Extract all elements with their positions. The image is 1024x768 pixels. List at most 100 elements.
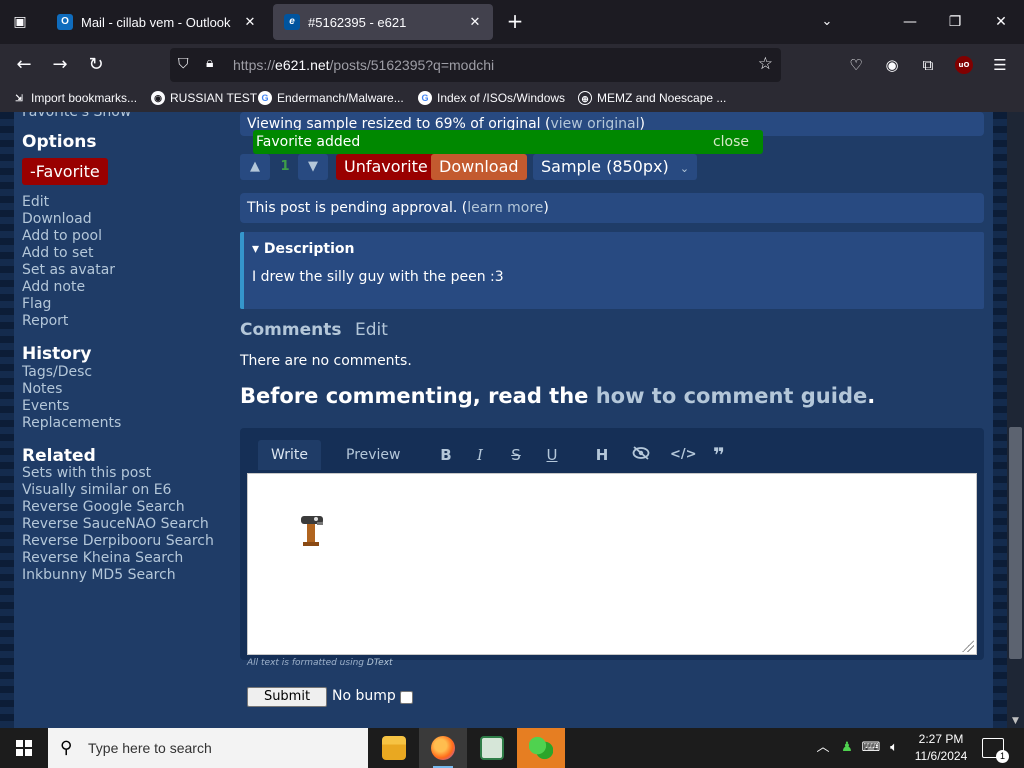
vote-down-button[interactable]: ▼ — [298, 154, 328, 180]
history-notes[interactable]: Notes — [22, 381, 121, 398]
submit-button[interactable]: Submit — [247, 687, 327, 707]
vote-up-button[interactable]: ▲ — [240, 154, 270, 180]
option-report[interactable]: Report — [22, 313, 115, 330]
taskbar-search[interactable]: ⚲ Type here to search — [48, 728, 368, 768]
option-add-to-pool[interactable]: Add to pool — [22, 228, 115, 245]
minimize-icon[interactable]: — — [895, 8, 925, 36]
heading-icon[interactable]: H — [591, 445, 613, 465]
option-edit[interactable]: Edit — [22, 194, 115, 211]
navigation-bar: ← → ↻ ⛉ 🔒︎ https://e621.net/posts/516239… — [0, 44, 1024, 86]
list-all-tabs-icon[interactable]: ⌄ — [815, 10, 839, 34]
sample-size-select[interactable]: Sample (850px) ⌄ — [533, 154, 698, 180]
restore-icon[interactable]: ❐ — [940, 8, 970, 36]
resize-grip[interactable] — [962, 640, 974, 652]
history-replacements[interactable]: Replacements — [22, 415, 121, 432]
history-events[interactable]: Events — [22, 398, 121, 415]
comment-guide-link[interactable]: how to comment guide — [596, 384, 868, 408]
reload-icon[interactable]: ↻ — [83, 52, 109, 78]
remove-favorite-button[interactable]: -Favorite — [22, 158, 108, 185]
network-icon[interactable]: ⌨ — [861, 728, 881, 768]
forward-icon[interactable]: → — [47, 52, 73, 78]
related-saucenao-search[interactable]: Reverse SauceNAO Search — [22, 516, 214, 533]
preview-tab[interactable]: Preview — [333, 440, 414, 470]
related-derpibooru-search[interactable]: Reverse Derpibooru Search — [22, 533, 214, 550]
file-explorer-app[interactable] — [370, 728, 418, 768]
bookmark-star-icon[interactable]: ☆ — [758, 54, 773, 74]
bookmark-item[interactable]: ◉ RUSSIAN TEST — [151, 91, 257, 105]
custom-app[interactable] — [517, 728, 565, 768]
history-tags-desc[interactable]: Tags/Desc — [22, 364, 121, 381]
no-bump-checkbox[interactable] — [400, 691, 413, 704]
related-visually-similar[interactable]: Visually similar on E6 — [22, 482, 214, 499]
address-bar[interactable]: ⛉ 🔒︎ https://e621.net/posts/5162395?q=mo… — [170, 48, 781, 82]
write-tab[interactable]: Write — [258, 440, 321, 470]
strikethrough-icon[interactable]: S — [505, 445, 527, 465]
related-heading: Related — [22, 446, 96, 466]
option-flag[interactable]: Flag — [22, 296, 115, 313]
tab-outlook[interactable]: O Mail - cillab vem - Outlook ✕ — [46, 4, 268, 40]
taskbar: ⚲ Type here to search ︿ ♟ ⌨ 🔈︎ 2:27 PM 1… — [0, 728, 1024, 768]
bold-icon[interactable]: B — [435, 445, 457, 465]
tab-e621[interactable]: e #5162395 - e621 ✕ — [273, 4, 493, 40]
scroll-down-icon[interactable]: ▼ — [1007, 716, 1024, 726]
learn-more-link[interactable]: learn more — [467, 200, 543, 216]
firefox-app[interactable] — [419, 728, 467, 768]
option-add-note[interactable]: Add note — [22, 279, 115, 296]
account-icon[interactable]: ◉ — [881, 54, 903, 76]
ublock-icon[interactable]: uO — [955, 56, 973, 74]
bookmark-item[interactable]: ⇲ Import bookmarks... — [12, 91, 137, 105]
related-kheina-search[interactable]: Reverse Kheina Search — [22, 550, 214, 567]
related-sets[interactable]: Sets with this post — [22, 465, 214, 482]
extensions-icon[interactable]: ⧉ — [917, 54, 939, 76]
option-add-to-set[interactable]: Add to set — [22, 245, 115, 262]
history-heading: History — [22, 344, 92, 364]
url-text[interactable]: https://e621.net/posts/5162395?q=modchi — [233, 57, 494, 73]
download-button[interactable]: Download — [431, 154, 527, 180]
no-bump-label: No bump — [332, 688, 396, 704]
quote-icon[interactable]: ❞ — [708, 445, 730, 465]
windows-icon — [16, 740, 32, 756]
close-tab-icon[interactable]: ✕ — [238, 14, 262, 30]
page-scrollbar[interactable]: ▼ — [1007, 112, 1024, 728]
description-toggle[interactable]: ▾ Description — [252, 241, 354, 257]
new-tab-icon[interactable]: + — [503, 10, 527, 34]
unfavorite-button[interactable]: Unfavorite — [336, 154, 436, 180]
tracking-protection-icon[interactable]: ⛉ — [178, 56, 189, 72]
scrollbar-thumb[interactable] — [1009, 427, 1022, 659]
close-tab-icon[interactable]: ✕ — [463, 14, 487, 30]
news-app[interactable] — [468, 728, 516, 768]
option-download[interactable]: Download — [22, 211, 115, 228]
comment-textarea[interactable] — [247, 473, 977, 655]
code-icon[interactable]: </> — [670, 445, 697, 465]
notifications-icon[interactable]: 1 — [982, 738, 1009, 763]
show-hidden-icons-icon[interactable]: ︿ — [814, 728, 832, 768]
lock-icon[interactable]: 🔒︎ — [206, 55, 213, 71]
edit-tab[interactable]: Edit — [355, 320, 388, 340]
clock[interactable]: 2:27 PM 11/6/2024 — [908, 731, 974, 765]
comment-guide-heading: Before commenting, read the how to comme… — [240, 384, 876, 408]
menu-icon[interactable]: ☰ — [989, 54, 1011, 76]
related-google-search[interactable]: Reverse Google Search — [22, 499, 214, 516]
options-list: Edit Download Add to pool Add to set Set… — [22, 194, 115, 330]
dtext-link[interactable]: DText — [367, 658, 393, 668]
bookmark-item[interactable]: ⊕ MEMZ and Noescape ... — [578, 91, 726, 105]
italic-icon[interactable]: I — [469, 445, 491, 465]
people-tray-icon[interactable]: ♟ — [837, 728, 857, 768]
history-list: Tags/Desc Notes Events Replacements — [22, 364, 121, 432]
comments-tab[interactable]: Comments — [240, 320, 341, 340]
bookmark-item[interactable]: G Index of /ISOs/Windows — [418, 91, 565, 105]
back-icon[interactable]: ← — [11, 52, 37, 78]
sidebar-cut-text[interactable]: Favorite's Show — [22, 112, 131, 120]
window-close-icon[interactable]: ✕ — [986, 8, 1016, 36]
pocket-icon[interactable]: ♡ — [845, 54, 867, 76]
option-set-as-avatar[interactable]: Set as avatar — [22, 262, 115, 279]
globe-icon: ⊕ — [578, 91, 592, 105]
volume-icon[interactable]: 🔈︎ — [884, 728, 904, 768]
related-inkbunny-search[interactable]: Inkbunny MD5 Search — [22, 567, 214, 584]
spoiler-icon[interactable] — [630, 445, 652, 465]
notice-close-link[interactable]: close — [713, 130, 749, 154]
tab-list-icon[interactable]: ▣ — [8, 10, 32, 34]
start-button[interactable] — [0, 728, 48, 768]
bookmark-item[interactable]: G Endermanch/Malware... — [258, 91, 404, 105]
underline-icon[interactable]: U — [541, 445, 563, 465]
